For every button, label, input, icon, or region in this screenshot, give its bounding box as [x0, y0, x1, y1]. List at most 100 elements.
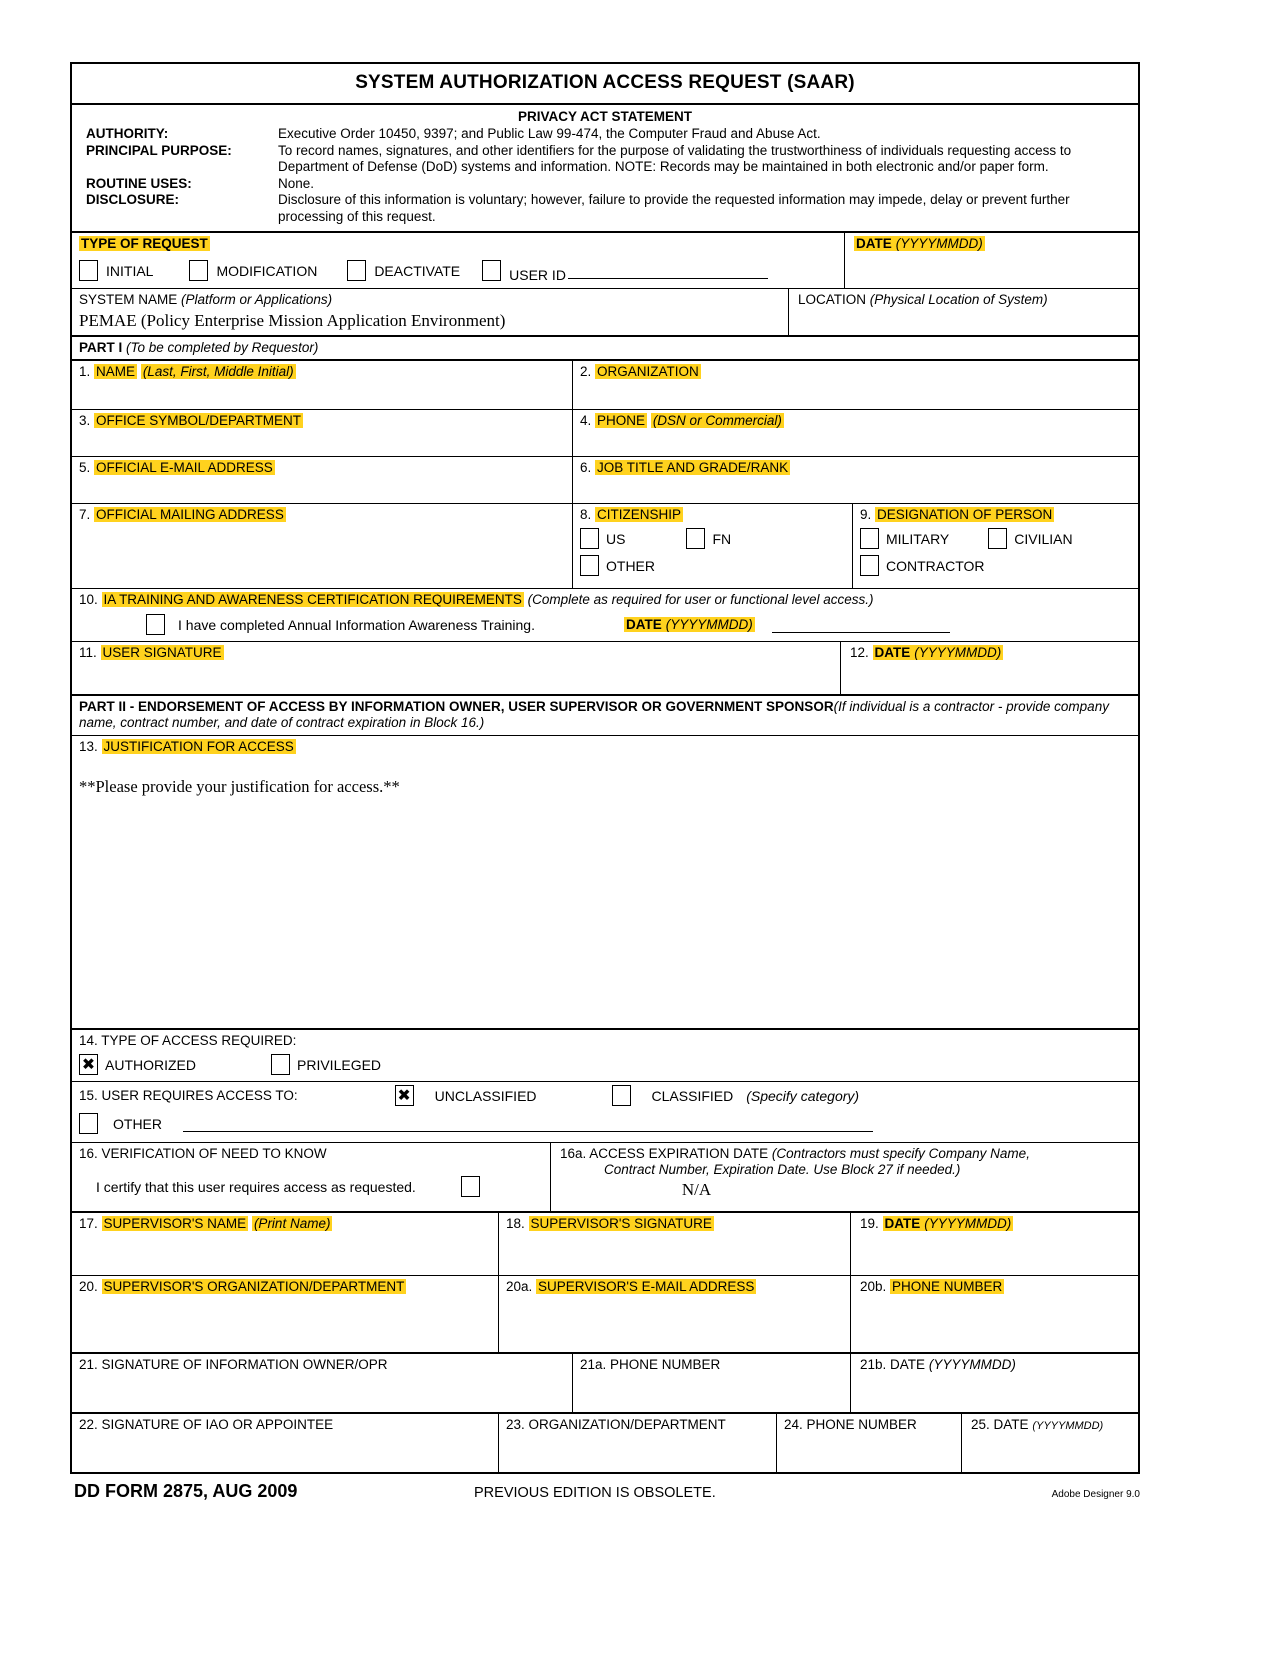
block-12-number: 12.: [850, 645, 869, 660]
block-13-value[interactable]: **Please provide your justification for …: [79, 777, 1133, 797]
block-16a-value[interactable]: N/A: [560, 1178, 1133, 1200]
checkbox-certify-need-to-know[interactable]: [460, 1176, 480, 1197]
checkbox-citizenship-fn[interactable]: [686, 528, 706, 549]
block-17-18-19-row: 17. SUPERVISOR'S NAME (Print Name) 18. S…: [72, 1211, 1138, 1275]
block-25-date-cell: 25. DATE (YYYYMMDD): [961, 1414, 1138, 1472]
block-13-justification-cell: 13. JUSTIFICATION FOR ACCESS **Please pr…: [72, 736, 1138, 1028]
system-name-row: SYSTEM NAME (Platform or Applications) P…: [72, 288, 1138, 335]
block-5-6-row: 5. OFFICIAL E-MAIL ADDRESS 6. JOB TITLE …: [72, 456, 1138, 503]
checkbox-modification[interactable]: [189, 260, 209, 281]
block-21b-date-cell: 21b. DATE (YYYYMMDD): [850, 1354, 1138, 1412]
block-4-number: 4.: [580, 413, 592, 428]
request-date-label: DATE: [854, 236, 894, 251]
block-16a-hint-1: (Contractors must specify Company Name,: [771, 1146, 1030, 1161]
privacy-disclosure-label: DISCLOSURE:: [86, 192, 180, 207]
checkbox-initial[interactable]: [79, 260, 98, 281]
privacy-act-statement: PRIVACY ACT STATEMENT AUTHORITY: Executi…: [72, 105, 1138, 233]
block-12-hint: (YYYYMMDD): [912, 645, 1004, 660]
block-1-label: NAME: [94, 364, 138, 379]
block-10-date-label: DATE: [623, 616, 664, 632]
request-date-cell: DATE (YYYYMMDD): [844, 233, 1138, 288]
block-12-label: DATE: [872, 645, 913, 660]
checkbox-access-other[interactable]: [79, 1113, 98, 1134]
privacy-act-heading: PRIVACY ACT STATEMENT: [517, 109, 692, 124]
block-9-label: DESIGNATION OF PERSON: [875, 507, 1055, 522]
part2-heading-row: PART II - ENDORSEMENT OF ACCESS BY INFOR…: [72, 694, 1138, 735]
block-11-12-row: 11. USER SIGNATURE 12. DATE (YYYYMMDD): [72, 641, 1138, 694]
block-20-row: 20. SUPERVISOR'S ORGANIZATION/DEPARTMENT…: [72, 1275, 1138, 1352]
saar-form: SYSTEM AUTHORIZATION ACCESS REQUEST (SAA…: [70, 62, 1140, 1474]
block-19-number: 19.: [860, 1216, 879, 1231]
previous-edition-notice: PREVIOUS EDITION IS OBSOLETE.: [474, 1485, 716, 1501]
checkbox-citizenship-other[interactable]: [580, 555, 599, 576]
block-17-label: SUPERVISOR'S NAME: [101, 1216, 249, 1231]
label-designation-military: MILITARY: [886, 530, 950, 547]
label-access-privileged: PRIVILEGED: [297, 1056, 382, 1073]
block-16a-number: 16a.: [560, 1146, 587, 1161]
block-15-row: 15. USER REQUIRES ACCESS TO: UNCLASSIFIE…: [72, 1081, 1138, 1142]
block-16a-label: ACCESS EXPIRATION DATE: [589, 1146, 769, 1161]
privacy-row-disclosure: DISCLOSURE: Disclosure of this informati…: [86, 192, 1124, 225]
checkbox-user-id[interactable]: [482, 260, 502, 281]
block-21a-number: 21a.: [580, 1357, 607, 1372]
part1-heading: PART I: [79, 340, 123, 355]
block-7-mailing-address-cell: 7. OFFICIAL MAILING ADDRESS: [72, 504, 572, 588]
block-21-label: SIGNATURE OF INFORMATION OWNER/OPR: [101, 1357, 388, 1372]
checkbox-designation-military[interactable]: [860, 528, 879, 549]
block-21-row: 21. SIGNATURE OF INFORMATION OWNER/OPR 2…: [72, 1352, 1138, 1412]
checkbox-access-privileged[interactable]: [271, 1054, 290, 1075]
system-name-value[interactable]: PEMAE (Policy Enterprise Mission Applica…: [79, 308, 783, 333]
block-1-hint: (Last, First, Middle Initial): [140, 364, 296, 379]
block-16-label: VERIFICATION OF NEED TO KNOW: [101, 1146, 327, 1161]
block-15-other-input[interactable]: [183, 1116, 873, 1132]
block-13-label: JUSTIFICATION FOR ACCESS: [101, 739, 296, 754]
checkbox-designation-civilian[interactable]: [988, 528, 1008, 549]
block-22-iao-signature-cell: 22. SIGNATURE OF IAO OR APPOINTEE: [72, 1414, 498, 1472]
checkbox-citizenship-us[interactable]: [580, 528, 599, 549]
form-footer: DD FORM 2875, AUG 2009 PREVIOUS EDITION …: [70, 1481, 1140, 1502]
system-name-cell: SYSTEM NAME (Platform or Applications) P…: [72, 289, 788, 335]
checkbox-classified[interactable]: [611, 1085, 631, 1106]
form-id: DD FORM 2875, AUG 2009: [74, 1481, 298, 1501]
request-date-format: (YYYYMMDD): [893, 236, 985, 251]
user-id-input[interactable]: [567, 262, 768, 279]
checkbox-access-authorized[interactable]: [79, 1054, 98, 1075]
block-4-phone-cell: 4. PHONE (DSN or Commercial): [572, 410, 1138, 456]
block-3-label: OFFICE SYMBOL/DEPARTMENT: [94, 413, 304, 428]
location-label: LOCATION: [798, 292, 867, 307]
privacy-authority-label: AUTHORITY:: [86, 126, 169, 141]
block-11-user-signature-cell: 11. USER SIGNATURE: [72, 642, 840, 694]
checkbox-deactivate[interactable]: [347, 260, 367, 281]
location-value[interactable]: [798, 308, 1133, 330]
checkbox-designation-contractor[interactable]: [860, 555, 879, 576]
block-16a-expiration-cell: 16a. ACCESS EXPIRATION DATE (Contractors…: [550, 1143, 1138, 1211]
producer-credit: Adobe Designer 9.0: [1051, 1489, 1140, 1500]
privacy-row-authority: AUTHORITY: Executive Order 10450, 9397; …: [86, 126, 1124, 143]
label-initial: INITIAL: [106, 262, 154, 279]
block-16-certify-text: I certify that this user requires access…: [96, 1178, 416, 1195]
block-5-label: OFFICIAL E-MAIL ADDRESS: [94, 460, 275, 475]
block-6-job-title-cell: 6. JOB TITLE AND GRADE/RANK: [572, 457, 1138, 503]
request-date-value[interactable]: [854, 252, 1133, 278]
location-cell: LOCATION (Physical Location of System): [788, 289, 1138, 335]
label-citizenship-us: US: [606, 530, 626, 547]
block-25-number: 25.: [971, 1417, 990, 1432]
block-20a-label: SUPERVISOR'S E-MAIL ADDRESS: [536, 1279, 757, 1294]
block-18-supervisor-signature-cell: 18. SUPERVISOR'S SIGNATURE: [498, 1213, 850, 1275]
block-10-date-input[interactable]: [771, 617, 950, 633]
block-2-label: ORGANIZATION: [595, 364, 701, 379]
checkbox-unclassified[interactable]: [394, 1085, 414, 1106]
saar-form-page: SYSTEM AUTHORIZATION ACCESS REQUEST (SAA…: [0, 0, 1280, 1656]
block-17-hint: (Print Name): [251, 1216, 333, 1231]
checkbox-ia-training-completed[interactable]: [146, 614, 165, 635]
block-21a-label: PHONE NUMBER: [610, 1357, 721, 1372]
block-3-number: 3.: [79, 413, 91, 428]
block-7-label: OFFICIAL MAILING ADDRESS: [94, 507, 286, 522]
block-10-hint: (Complete as required for user or functi…: [527, 592, 874, 607]
label-access-authorized: AUTHORIZED: [105, 1056, 196, 1073]
privacy-routine-uses-label: ROUTINE USES:: [86, 175, 192, 191]
block-7-8-9-row: 7. OFFICIAL MAILING ADDRESS 8. CITIZENSH…: [72, 503, 1138, 588]
privacy-authority-text: Executive Order 10450, 9397; and Public …: [278, 126, 821, 141]
block-25-hint: (YYYYMMDD): [1032, 1420, 1104, 1432]
block-24-number: 24.: [784, 1417, 803, 1432]
